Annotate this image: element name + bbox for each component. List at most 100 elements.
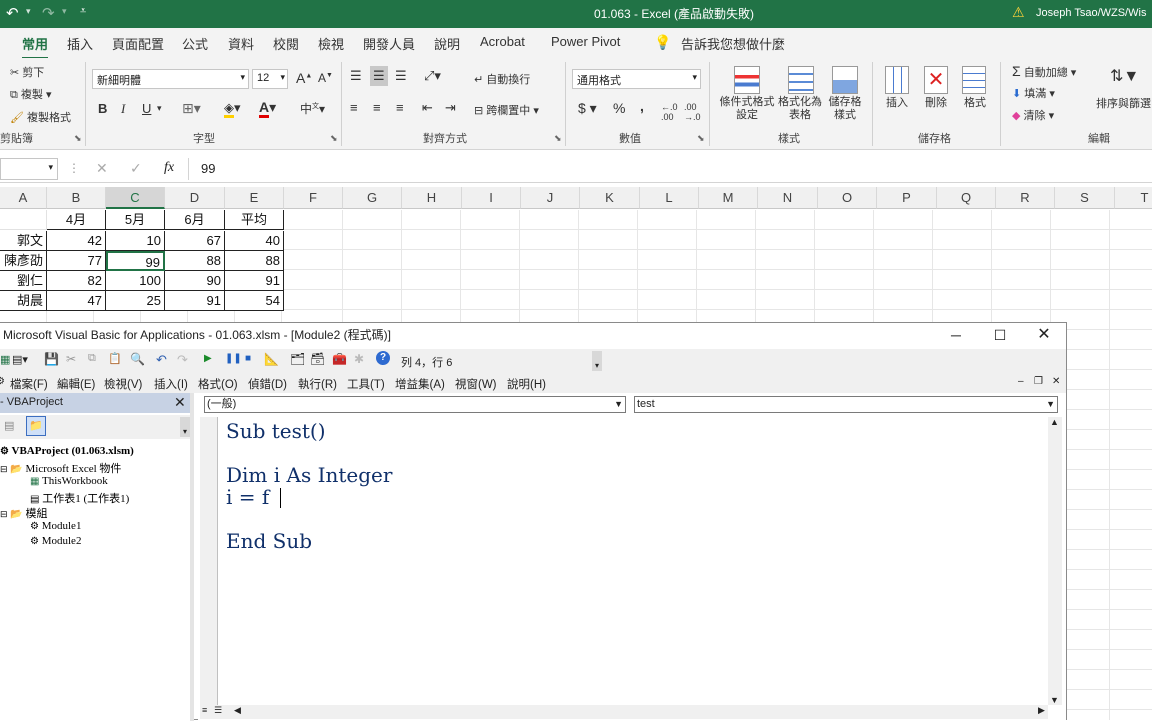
menu-help[interactable]: 說明(H) bbox=[507, 376, 546, 392]
cell[interactable]: 54 bbox=[225, 291, 284, 311]
menu-addins[interactable]: 增益集(A) bbox=[395, 376, 445, 392]
align-middle-icon[interactable]: ☰ bbox=[370, 66, 388, 86]
help-icon[interactable]: ? bbox=[376, 351, 390, 365]
procedure-combo[interactable]: test ▼ bbox=[634, 396, 1058, 413]
maximize-button[interactable]: ☐ bbox=[978, 323, 1022, 347]
grow-font-icon[interactable]: A▲ bbox=[296, 70, 312, 86]
conditional-format-icon[interactable] bbox=[734, 66, 760, 94]
excel-view-icon[interactable]: ▦ bbox=[0, 353, 10, 366]
cell[interactable]: 6月 bbox=[165, 210, 225, 230]
orientation-icon[interactable]: ⤢▾ bbox=[424, 68, 441, 84]
redo-dropdown-icon[interactable]: ▾ bbox=[62, 6, 67, 17]
find-icon[interactable]: 🔍 bbox=[130, 352, 145, 366]
align-right-icon[interactable]: ≡ bbox=[396, 100, 404, 115]
column-header-o[interactable]: O bbox=[818, 187, 877, 209]
cell[interactable]: 91 bbox=[225, 271, 284, 291]
comma-button[interactable]: , bbox=[640, 98, 644, 114]
wrap-text-button[interactable]: ↵ 自動換行 bbox=[474, 71, 530, 87]
redo-icon[interactable]: ↷ bbox=[42, 4, 55, 22]
cell[interactable]: 10 bbox=[106, 231, 165, 251]
tab-power-pivot[interactable]: Power Pivot bbox=[551, 34, 620, 49]
paste-icon[interactable]: 📋 bbox=[108, 352, 122, 365]
more-options-icon[interactable]: ⋮ bbox=[68, 161, 80, 175]
column-header-n[interactable]: N bbox=[758, 187, 818, 209]
customize-qat-icon[interactable]: ⩡ bbox=[80, 5, 86, 18]
menu-format[interactable]: 格式(O) bbox=[198, 376, 238, 392]
menu-run[interactable]: 執行(R) bbox=[298, 376, 337, 392]
undo-dropdown-icon[interactable]: ▾ bbox=[26, 6, 31, 17]
close-button[interactable]: ✕ bbox=[1022, 323, 1066, 347]
format-cells-icon[interactable] bbox=[962, 66, 986, 94]
italic-button[interactable]: I bbox=[121, 101, 125, 117]
close-icon[interactable]: ✕ bbox=[174, 393, 186, 411]
delete-cells-icon[interactable]: ✕ bbox=[924, 66, 948, 94]
cell[interactable]: 胡晨 bbox=[0, 291, 47, 311]
system-menu-icon[interactable]: ⚙ bbox=[0, 376, 5, 387]
column-header-b[interactable]: B bbox=[47, 187, 106, 209]
tree-item-modules[interactable]: ⊟ 📂 模組 bbox=[0, 505, 48, 521]
insert-cells-button[interactable]: 插入 bbox=[886, 94, 908, 110]
merge-center-button[interactable]: ⊟ 跨欄置中 ▾ bbox=[474, 102, 539, 118]
borders-icon[interactable]: ⊞▾ bbox=[182, 100, 201, 117]
tree-item-thisworkbook[interactable]: ▦ ThisWorkbook bbox=[30, 475, 108, 487]
tree-item-module2[interactable]: ⚙ Module2 bbox=[30, 535, 81, 547]
font-name-combo[interactable]: 新細明體 ▾ bbox=[92, 69, 249, 89]
scroll-up-icon[interactable]: ▲ bbox=[1050, 417, 1059, 427]
tab-review[interactable]: 校閱 bbox=[273, 34, 299, 53]
cell[interactable]: 90 bbox=[165, 271, 225, 291]
save-icon[interactable]: 💾 bbox=[44, 352, 59, 366]
project-explorer-icon[interactable]: 🗂 bbox=[290, 352, 305, 366]
cell[interactable]: 91 bbox=[165, 291, 225, 311]
fill-color-icon[interactable]: ◈▾ bbox=[224, 100, 241, 118]
tree-item-vbaproject[interactable]: ⚙ VBAProject (01.063.xlsm) bbox=[0, 445, 134, 457]
mdi-close-button[interactable]: ✕ bbox=[1052, 376, 1060, 387]
cell[interactable]: 郭文 bbox=[0, 231, 47, 251]
insert-module-icon[interactable]: ▤▾ bbox=[12, 353, 28, 366]
tab-data[interactable]: 資料 bbox=[228, 34, 254, 53]
column-header-l[interactable]: L bbox=[640, 187, 699, 209]
dialog-launcher-icon[interactable]: ⬊ bbox=[554, 133, 562, 144]
cut-icon[interactable]: ✂ bbox=[66, 352, 76, 366]
align-bottom-icon[interactable]: ☰ bbox=[395, 68, 407, 84]
phonetic-icon[interactable]: 中文▾ bbox=[300, 100, 325, 117]
cell[interactable]: 88 bbox=[225, 251, 284, 271]
cell[interactable] bbox=[0, 210, 47, 230]
selected-cell[interactable]: 99 bbox=[106, 251, 165, 271]
object-combo[interactable]: (一般) ▼ bbox=[204, 396, 626, 413]
mdi-minimize-button[interactable]: ‒ bbox=[1018, 376, 1024, 387]
toggle-folders-icon[interactable]: 📁 bbox=[26, 416, 46, 436]
margin-indicator-bar[interactable] bbox=[200, 417, 218, 705]
cell[interactable]: 劉仁 bbox=[0, 271, 47, 291]
cancel-icon[interactable]: ✕ bbox=[96, 160, 108, 177]
chevron-down-icon[interactable]: ▾ bbox=[157, 103, 162, 114]
cell[interactable]: 77 bbox=[47, 251, 106, 271]
insert-cells-icon[interactable] bbox=[885, 66, 909, 94]
tab-developer[interactable]: 開發人員 bbox=[363, 34, 415, 53]
menu-tools[interactable]: 工具(T) bbox=[347, 376, 385, 392]
cell[interactable]: 平均 bbox=[225, 210, 284, 230]
column-header-m[interactable]: M bbox=[699, 187, 758, 209]
decrease-indent-icon[interactable]: ⇤ bbox=[422, 100, 433, 116]
cell[interactable]: 40 bbox=[225, 231, 284, 251]
cell[interactable]: 100 bbox=[106, 271, 165, 291]
format-as-table-icon[interactable] bbox=[788, 66, 814, 94]
cell[interactable]: 88 bbox=[165, 251, 225, 271]
align-left-icon[interactable]: ≡ bbox=[350, 100, 358, 115]
insert-function-icon[interactable]: fx bbox=[164, 160, 174, 176]
formula-input[interactable]: 99 bbox=[201, 161, 215, 176]
fill-button[interactable]: ⬇ 填滿 ▾ bbox=[1012, 85, 1055, 101]
cell-styles-button[interactable]: 儲存格樣式 bbox=[826, 96, 864, 122]
menu-window[interactable]: 視窗(W) bbox=[455, 376, 497, 392]
dialog-launcher-icon[interactable]: ⬊ bbox=[74, 133, 82, 144]
column-header-h[interactable]: H bbox=[402, 187, 462, 209]
column-header-g[interactable]: G bbox=[343, 187, 402, 209]
conditional-format-button[interactable]: 條件式格式設定 bbox=[718, 96, 776, 122]
cell[interactable]: 25 bbox=[106, 291, 165, 311]
module-view-icon[interactable]: ☰ bbox=[214, 705, 222, 716]
increase-indent-icon[interactable]: ⇥ bbox=[445, 100, 456, 116]
format-painter-button[interactable]: 🖌 複製格式 bbox=[10, 109, 71, 125]
menu-debug[interactable]: 偵錯(D) bbox=[248, 376, 287, 392]
column-header-j[interactable]: J bbox=[521, 187, 580, 209]
cell-styles-icon[interactable] bbox=[832, 66, 858, 94]
cell[interactable]: 82 bbox=[47, 271, 106, 291]
